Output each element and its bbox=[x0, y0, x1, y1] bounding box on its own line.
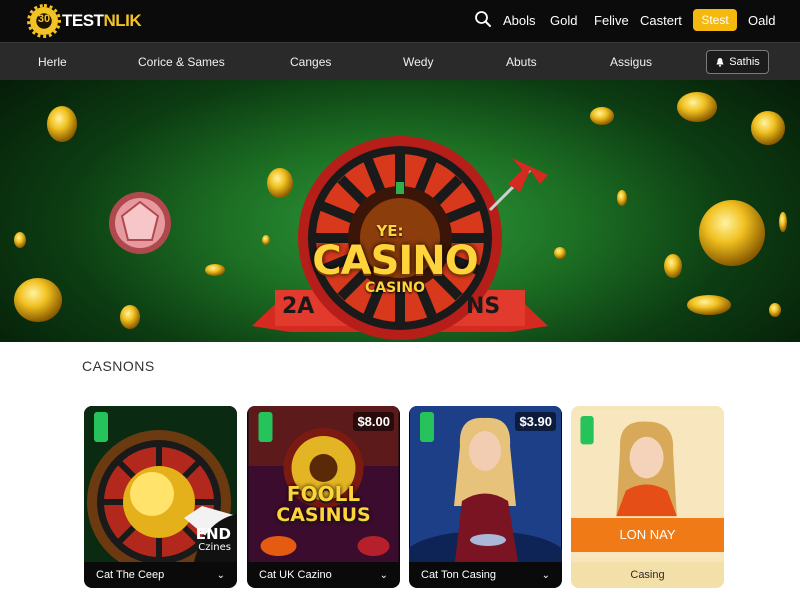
nav-item-1[interactable]: Herle bbox=[38, 55, 67, 69]
card-footer: Casing bbox=[571, 562, 724, 588]
search-icon[interactable] bbox=[474, 10, 492, 28]
card-2-title-a: FOOLL bbox=[286, 482, 361, 506]
section-title: CASNONS bbox=[82, 358, 155, 374]
logo-emblem-icon: 30 bbox=[27, 4, 61, 38]
game-card[interactable]: $8.00 FOOLL CASINUS Cat UK Cazino ⌄ bbox=[247, 406, 400, 588]
top-header: 30 TESTNLIK Abols Gold Felive Castert St… bbox=[0, 0, 800, 42]
game-card[interactable]: $3.90 Cat Ton Casing ⌄ bbox=[409, 406, 562, 588]
hero-title: CASINO bbox=[312, 238, 478, 284]
top-link-3[interactable]: Felive bbox=[594, 13, 629, 28]
card-label: Cat UK Cazino bbox=[259, 569, 332, 581]
card-2-title-b: CASINUS bbox=[276, 504, 371, 526]
poker-chip-icon bbox=[109, 192, 171, 254]
top-link-1[interactable]: Abols bbox=[503, 13, 536, 28]
chevron-down-icon[interactable]: ⌄ bbox=[217, 570, 225, 581]
hero-banner[interactable]: YE: CASINO CASINO 2A NS bbox=[0, 80, 800, 342]
card-2-title: FOOLL CASINUS bbox=[247, 482, 400, 526]
hero-subtitle: CASINO bbox=[364, 280, 426, 296]
card-label: Cat The Ceep bbox=[96, 569, 165, 581]
start-button[interactable]: Stest bbox=[693, 9, 737, 31]
chevron-down-icon[interactable]: ⌄ bbox=[542, 570, 550, 581]
nav-item-5[interactable]: Abuts bbox=[506, 55, 537, 69]
dart-icon bbox=[488, 158, 548, 212]
price-badge: $8.00 bbox=[353, 412, 394, 431]
card-footer: Cat UK Cazino ⌄ bbox=[247, 562, 400, 588]
nav-item-4[interactable]: Wedy bbox=[403, 55, 433, 69]
nav-item-6[interactable]: Assigus bbox=[610, 55, 652, 69]
brand-logo[interactable]: 30 TESTNLIK bbox=[27, 4, 142, 38]
card-1-overlay-a: END bbox=[195, 525, 231, 543]
card-label: Cat Ton Casing bbox=[421, 569, 497, 581]
logo-mark-text: 30 bbox=[37, 13, 51, 25]
nav-item-2[interactable]: Corice & Sames bbox=[138, 55, 225, 69]
card-1-overlay: END Czines bbox=[195, 525, 231, 554]
card-footer: Cat The Ceep ⌄ bbox=[84, 562, 237, 588]
card-footer: Cat Ton Casing ⌄ bbox=[409, 562, 562, 588]
brand-name: TESTNLIK bbox=[62, 11, 142, 31]
card-4-banner[interactable]: LON NAY bbox=[571, 518, 724, 552]
settings-button[interactable]: Sathis bbox=[706, 50, 769, 74]
card-label: Casing bbox=[630, 569, 665, 581]
price-badge: $3.90 bbox=[515, 412, 556, 431]
bell-icon bbox=[716, 58, 724, 67]
game-card[interactable]: LON NAY Casing bbox=[571, 406, 724, 588]
hero-ribbon-left: 2A bbox=[282, 294, 315, 319]
chevron-down-icon[interactable]: ⌄ bbox=[380, 570, 388, 581]
game-card[interactable]: END Czines Cat The Ceep ⌄ bbox=[84, 406, 237, 588]
top-link-5[interactable]: Oald bbox=[748, 13, 775, 28]
settings-button-label: Sathis bbox=[729, 56, 760, 68]
nav-item-3[interactable]: Canges bbox=[290, 55, 331, 69]
hero-artwork bbox=[14, 92, 787, 340]
brand-name-part-b: NLIK bbox=[103, 11, 142, 30]
top-link-2[interactable]: Gold bbox=[550, 13, 577, 28]
hero-ribbon-right: NS bbox=[466, 294, 501, 319]
card-1-overlay-b: Czines bbox=[198, 542, 231, 553]
brand-name-part-a: TEST bbox=[62, 11, 104, 30]
main-nav: Herle Corice & Sames Canges Wedy Abuts A… bbox=[0, 42, 800, 80]
top-link-4[interactable]: Castert bbox=[640, 13, 682, 28]
